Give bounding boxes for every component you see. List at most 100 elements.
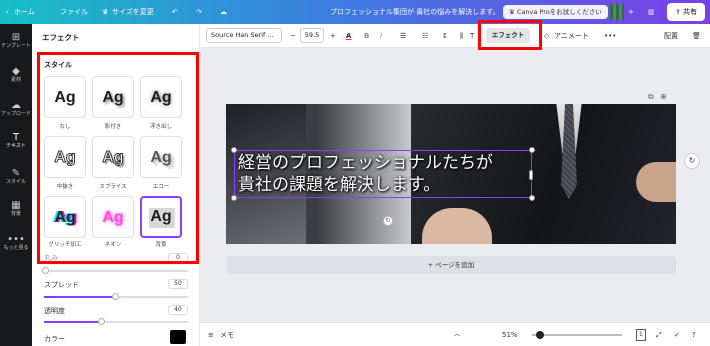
rail-label: テキスト (6, 143, 26, 149)
canva-pro-label: Canva Proをお試しください (516, 8, 602, 16)
highlight-box (37, 52, 199, 264)
list-icon[interactable]: ☷ (422, 24, 428, 48)
resize-button[interactable]: サイズを変更 (112, 0, 154, 24)
resize-handle[interactable] (231, 147, 237, 153)
font-family-select[interactable]: Source Han Serif ... (206, 28, 282, 43)
rail-label: アップロード (0, 111, 31, 117)
elements-icon: ◆ (12, 66, 20, 77)
undo-icon[interactable]: ↶ (172, 0, 178, 24)
notes-icon: ≡ (208, 331, 214, 339)
bold-icon[interactable]: B (364, 24, 369, 48)
check-icon[interactable]: ✓ (674, 323, 680, 346)
fullscreen-icon[interactable]: ⤢ (656, 323, 662, 346)
rail-item-templates[interactable]: ⊞ テンプレート (0, 32, 32, 50)
cloud-save-icon[interactable]: ☁ (220, 0, 227, 24)
file-menu[interactable]: ファイル (60, 0, 88, 24)
share-label: 共有 (683, 8, 698, 16)
rail-item-text[interactable]: T テキスト (0, 132, 32, 150)
text-style-icon[interactable]: T (470, 24, 474, 48)
roundness-slider[interactable] (42, 267, 188, 274)
panel-title: エフェクト (42, 33, 80, 42)
styles-icon: ✎ (11, 168, 21, 179)
resize-handle[interactable] (231, 195, 237, 201)
italic-icon[interactable]: I (380, 24, 382, 48)
font-size-input[interactable]: 59.5 (300, 28, 324, 43)
zoom-level[interactable]: 51% (502, 323, 518, 346)
vertical-text-icon[interactable]: ⫼ (460, 24, 463, 48)
rail-item-uploads[interactable]: ☁ アップロード (0, 100, 32, 118)
spread-slider[interactable] (44, 293, 188, 300)
headline-text[interactable]: 経営のプロフェッショナルたちが 貴社の課題を解決します。 (238, 152, 538, 196)
spacing-icon[interactable]: ↕ (442, 24, 448, 48)
slider-knob[interactable] (112, 293, 119, 300)
collapse-chevron-icon[interactable]: ︿ (454, 323, 460, 346)
canva-pro-trial-button[interactable]: ♛ Canva Proをお試しください (503, 5, 608, 19)
rail-item-elements[interactable]: ◆ 素材 (0, 66, 32, 84)
color-label: カラー (44, 335, 65, 343)
zoom-knob[interactable] (536, 331, 544, 339)
spread-value[interactable]: 50 (168, 279, 188, 289)
transparency-value[interactable]: 40 (168, 305, 188, 315)
spread-label: スプレッド (44, 281, 79, 289)
notes-button[interactable]: メモ (220, 323, 234, 346)
animate-icon: ◇ (544, 32, 550, 40)
color-swatch[interactable] (170, 330, 186, 344)
position-button[interactable]: 配置 (664, 24, 678, 48)
side-handle[interactable] (529, 170, 533, 180)
transparency-slider[interactable] (44, 318, 188, 325)
share-icon: ⇪ (674, 8, 684, 16)
add-page-button[interactable]: + ページを追加 (226, 256, 676, 274)
rotate-icon[interactable]: ↻ (383, 216, 393, 226)
share-button[interactable]: ⇪ 共有 (667, 3, 705, 21)
document-title[interactable]: プロフェッショナル集団が 貴社の悩みを解決します。 (330, 0, 500, 24)
animate-button[interactable]: アニメート (554, 24, 589, 48)
redo-icon[interactable]: ↷ (196, 0, 202, 24)
align-icon[interactable]: ☰ (400, 24, 406, 48)
avatar[interactable] (610, 4, 624, 20)
design-page[interactable]: 経営のプロフェッショナルたちが 貴社の課題を解決します。 ↻ (226, 104, 676, 244)
canvas-area: ⧉ ⊕ 経営のプロフェッショナルたちが 貴社の課題を解決します。 ↻ ↻ + ペ… (200, 48, 710, 322)
headline-line-1: 経営のプロフェッショナルたちが (238, 153, 493, 173)
bottom-bar: ≡ メモ ︿ 51% 1 ⤢ ✓ ? (200, 322, 710, 346)
add-page-icon[interactable]: ⊕ (660, 92, 667, 101)
effect-highlight-box (478, 20, 542, 50)
delete-icon[interactable]: 🗑 (692, 24, 701, 48)
slider-knob[interactable] (42, 267, 49, 274)
analytics-icon[interactable]: ▥ (648, 0, 655, 24)
photo-hand-right (636, 162, 676, 202)
resize-handle[interactable] (529, 195, 535, 201)
rail-label: テンプレート (1, 43, 31, 49)
rail-label: スタイル (5, 179, 26, 185)
upload-icon: ☁ (11, 100, 21, 111)
text-color-icon[interactable]: A (346, 24, 351, 48)
rail-label: もっと見る (3, 245, 29, 251)
text-toolbar: Source Han Serif ... − 59.5 + A B I ☰ ☷ … (200, 24, 710, 48)
refresh-icon[interactable]: ↻ (684, 153, 700, 169)
slider-fill (44, 296, 116, 298)
resize-handle[interactable] (529, 147, 535, 153)
rail-item-more[interactable]: ••• もっと見る (0, 234, 32, 252)
crown-icon: ♛ (102, 8, 109, 16)
templates-icon: ⊞ (11, 32, 21, 43)
headline-line-2: 貴社の課題を解決します。 (238, 175, 441, 195)
transparency-label: 透明度 (44, 307, 65, 315)
more-icon: ••• (7, 234, 25, 245)
back-chevron-icon[interactable]: ‹ (6, 0, 9, 24)
zoom-slider[interactable] (532, 334, 622, 336)
background-icon: ▦ (11, 200, 21, 211)
slider-fill (44, 321, 102, 323)
slider-knob[interactable] (98, 318, 105, 325)
more-options-button[interactable]: ••• (604, 24, 616, 48)
font-size-increase[interactable]: + (330, 24, 336, 48)
left-rail: ⊞ テンプレート ◆ 素材 ☁ アップロード T テキスト ✎ スタイル ▦ 背… (0, 24, 32, 346)
page-count[interactable]: 1 (636, 329, 646, 341)
text-icon: T (12, 132, 20, 143)
rail-label: 背景 (10, 211, 21, 217)
add-collaborator-icon[interactable]: + (628, 0, 634, 24)
help-icon[interactable]: ? (692, 323, 696, 346)
font-size-decrease[interactable]: − (290, 24, 296, 48)
rail-item-styles[interactable]: ✎ スタイル (0, 168, 32, 186)
home-button[interactable]: ホーム (14, 0, 35, 24)
rail-item-background[interactable]: ▦ 背景 (0, 200, 32, 218)
copy-page-icon[interactable]: ⧉ (648, 92, 654, 102)
